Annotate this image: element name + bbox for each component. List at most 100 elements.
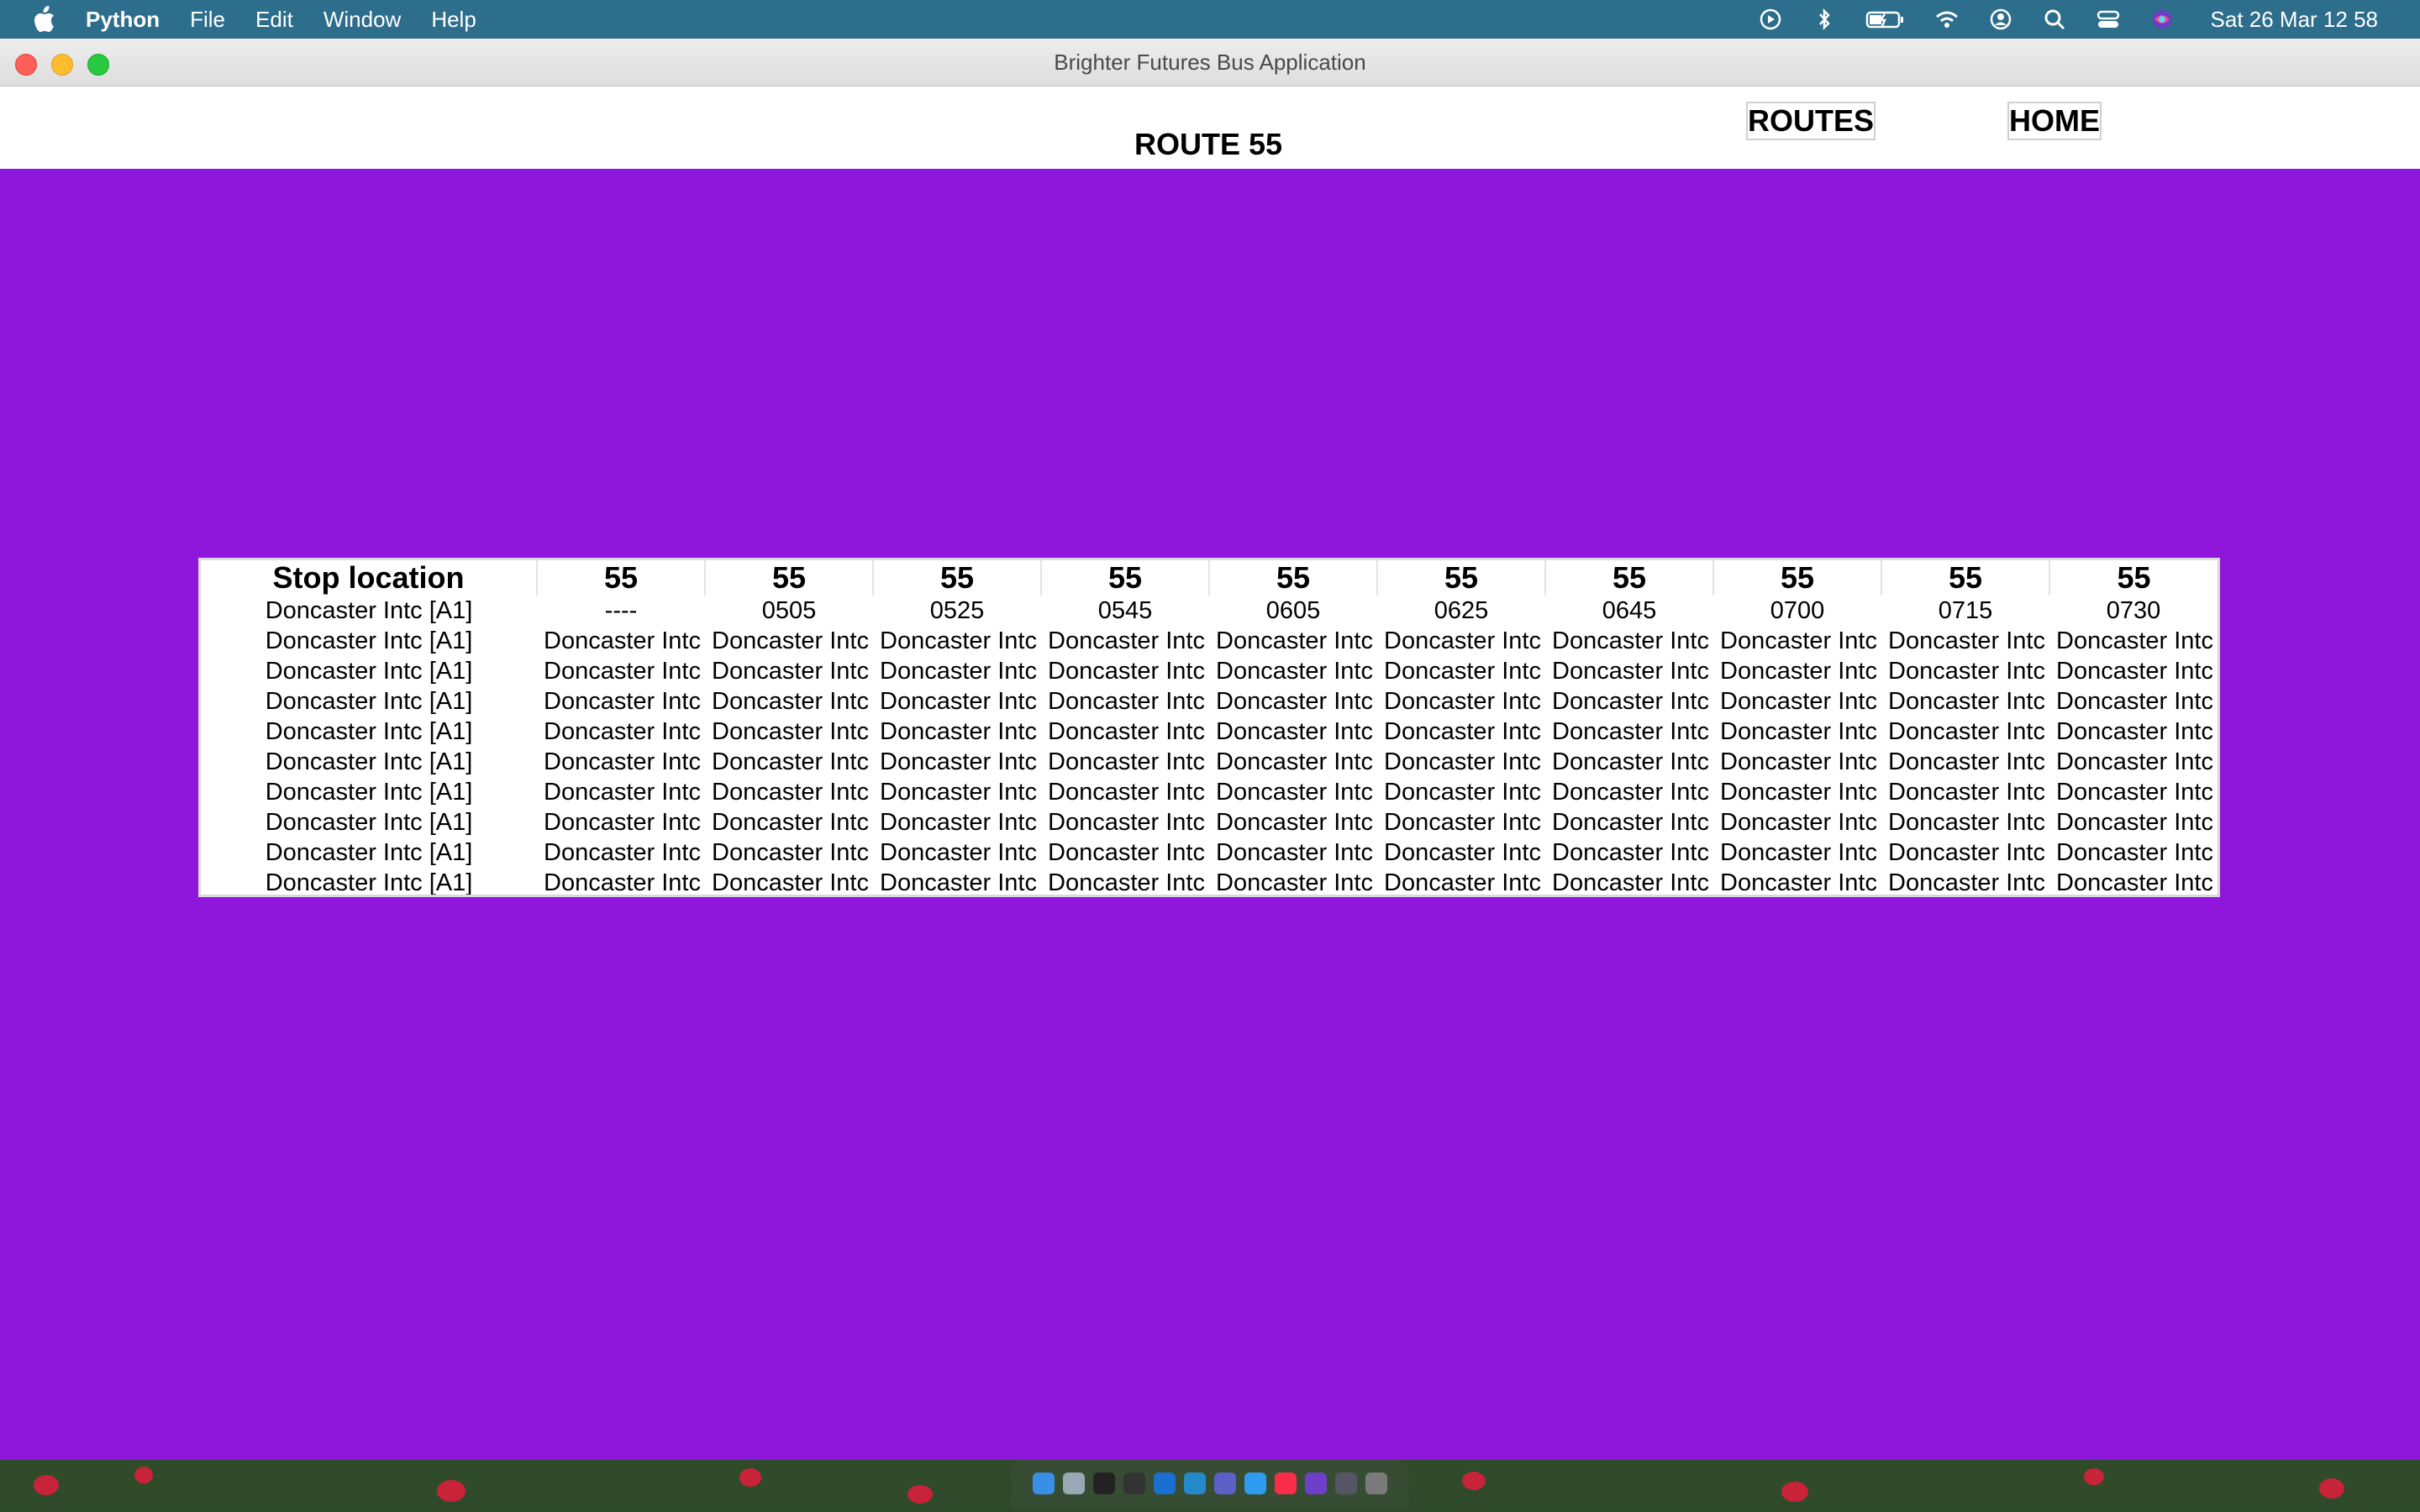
table-row: Doncaster Intc [A1] Doncaster Intc Doncast…: [201, 656, 2217, 686]
timetable-panel: Stop location 55 55 55 55 55 55 55 55 55 55 Doncas…: [198, 558, 2220, 897]
column-header-stop-location: Stop location: [272, 560, 465, 595]
home-button[interactable]: HOME: [2007, 102, 2102, 140]
timetable-cell: Doncaster Intc: [1888, 717, 2045, 745]
timetable-cell: 0700: [1770, 596, 1825, 624]
timetable-cell: Doncaster Intc: [1888, 838, 2045, 866]
finder-icon[interactable]: [1033, 1473, 1055, 1494]
timetable-cell: Doncaster Intc: [1720, 687, 1877, 715]
timetable-cell: Doncaster Intc: [1216, 838, 1373, 866]
routes-button[interactable]: ROUTES: [1746, 102, 1876, 140]
status-area: Sat 26 Mar 12 58: [1757, 0, 2378, 39]
timetable-cell: Doncaster Intc: [544, 657, 701, 685]
timetable-cell: 0645: [1602, 596, 1657, 624]
menu-app-name[interactable]: Python: [86, 7, 160, 33]
timetable-cell: Doncaster Intc: [1888, 778, 2045, 806]
stop-location-cell: Doncaster Intc [A1]: [265, 869, 473, 896]
timetable-cell: Doncaster Intc: [1384, 869, 1541, 896]
timetable-body: Doncaster Intc [A1] ---- 0505 0525 0545 0605 0…: [201, 596, 2217, 896]
app-window: Brighter Futures Bus Application ROUTE 5…: [0, 39, 2420, 1460]
timetable-cell: Doncaster Intc: [1552, 808, 1709, 836]
bluetooth-icon[interactable]: [1811, 6, 1838, 33]
timetable-cell: Doncaster Intc: [712, 778, 869, 806]
timetable-cell: Doncaster Intc: [1384, 627, 1541, 654]
timetable-cell: Doncaster Intc: [1720, 808, 1877, 836]
column-header-route: 55: [1544, 560, 1713, 596]
timetable-cell: Doncaster Intc: [1720, 838, 1877, 866]
window-titlebar[interactable]: Brighter Futures Bus Application: [0, 39, 2420, 87]
timetable-cell: Doncaster Intc: [544, 808, 701, 836]
user-circle-icon[interactable]: [1987, 6, 2014, 33]
menu-window[interactable]: Window: [324, 7, 401, 33]
timetable-cell: 0505: [761, 596, 817, 624]
timetable-cell: Doncaster Intc: [1552, 717, 1709, 745]
timetable-cell: Doncaster Intc: [1552, 869, 1709, 896]
music-icon[interactable]: [1275, 1473, 1297, 1494]
window-title: Brighter Futures Bus Application: [1054, 49, 1366, 75]
timetable-cell: Doncaster Intc: [1552, 657, 1709, 685]
table-row: Doncaster Intc [A1] Doncaster Intc Doncast…: [201, 837, 2217, 868]
page-title: ROUTE 55: [1134, 127, 1283, 161]
battery-charging-icon[interactable]: [1865, 6, 1907, 33]
timetable-cell: Doncaster Intc: [2056, 869, 2213, 896]
menu-bar: Python File Edit Window Help Sat 26 Mar …: [0, 0, 2420, 39]
siri-icon[interactable]: [2149, 6, 2175, 33]
timetable-cell: Doncaster Intc: [1552, 778, 1709, 806]
vscode-icon[interactable]: [1184, 1473, 1206, 1494]
timetable-cell: Doncaster Intc: [2056, 778, 2213, 806]
teams-icon[interactable]: [1214, 1473, 1236, 1494]
maximize-window-button[interactable]: [87, 54, 109, 76]
timetable-cell: Doncaster Intc: [712, 627, 869, 654]
timetable-cell: Doncaster Intc: [1384, 717, 1541, 745]
timetable-cell: Doncaster Intc: [2056, 748, 2213, 775]
minimize-window-button[interactable]: [51, 54, 73, 76]
play-circle-icon[interactable]: [1757, 6, 1784, 33]
timetable-cell: Doncaster Intc: [1384, 778, 1541, 806]
terminal-icon[interactable]: [1093, 1473, 1115, 1494]
timetable-cell: Doncaster Intc: [544, 717, 701, 745]
timetable-cell: Doncaster Intc: [1552, 627, 1709, 654]
table-row: Doncaster Intc [A1] Doncaster Intc Doncast…: [201, 717, 2217, 747]
timetable-cell: Doncaster Intc: [1888, 687, 2045, 715]
timetable-cell: Doncaster Intc: [1384, 808, 1541, 836]
apple-icon[interactable]: [32, 6, 57, 33]
wifi-icon[interactable]: [1933, 6, 1960, 33]
close-window-button[interactable]: [15, 54, 37, 76]
timetable-cell: Doncaster Intc: [544, 687, 701, 715]
timetable-cell: Doncaster Intc: [1216, 627, 1373, 654]
table-row: Doncaster Intc [A1] Doncaster Intc Doncast…: [201, 686, 2217, 717]
safari-icon[interactable]: [1244, 1473, 1266, 1494]
timetable-cell: 0605: [1265, 596, 1321, 624]
window-controls: [15, 54, 109, 76]
terminal-icon[interactable]: [1123, 1473, 1145, 1494]
python-launcher-icon[interactable]: [1335, 1473, 1357, 1494]
timetable-cell: Doncaster Intc: [2056, 687, 2213, 715]
stop-location-cell: Doncaster Intc [A1]: [265, 717, 473, 745]
timetable-cell: Doncaster Intc: [712, 657, 869, 685]
menubar-clock[interactable]: Sat 26 Mar 12 58: [2211, 7, 2378, 33]
timetable-cell: Doncaster Intc: [1384, 838, 1541, 866]
menu-help[interactable]: Help: [431, 7, 476, 33]
timetable-cell: 0715: [1938, 596, 1993, 624]
search-icon[interactable]: [2041, 6, 2068, 33]
timetable-cell: Doncaster Intc: [880, 838, 1037, 866]
column-header-route: 55: [536, 560, 705, 596]
menu-edit[interactable]: Edit: [255, 7, 293, 33]
menu-file[interactable]: File: [190, 7, 225, 33]
timetable-cell: Doncaster Intc: [544, 748, 701, 775]
timetable-cell: Doncaster Intc: [712, 717, 869, 745]
column-header-route: 55: [1040, 560, 1209, 596]
timetable-cell: Doncaster Intc: [712, 687, 869, 715]
timetable-cell: Doncaster Intc: [544, 869, 701, 896]
timetable-cell: Doncaster Intc: [880, 627, 1037, 654]
timetable-cell: Doncaster Intc: [1048, 778, 1205, 806]
outlook-icon[interactable]: [1154, 1473, 1176, 1494]
control-center-icon[interactable]: [2095, 6, 2122, 33]
github-icon[interactable]: [1305, 1473, 1327, 1494]
stop-location-cell: Doncaster Intc [A1]: [265, 838, 473, 866]
trash-icon[interactable]: [1365, 1473, 1387, 1494]
launchpad-icon[interactable]: [1063, 1473, 1085, 1494]
timetable-cell: Doncaster Intc: [544, 838, 701, 866]
timetable-cell: Doncaster Intc: [880, 717, 1037, 745]
timetable-cell: Doncaster Intc: [1216, 748, 1373, 775]
timetable-cell: Doncaster Intc: [1048, 838, 1205, 866]
